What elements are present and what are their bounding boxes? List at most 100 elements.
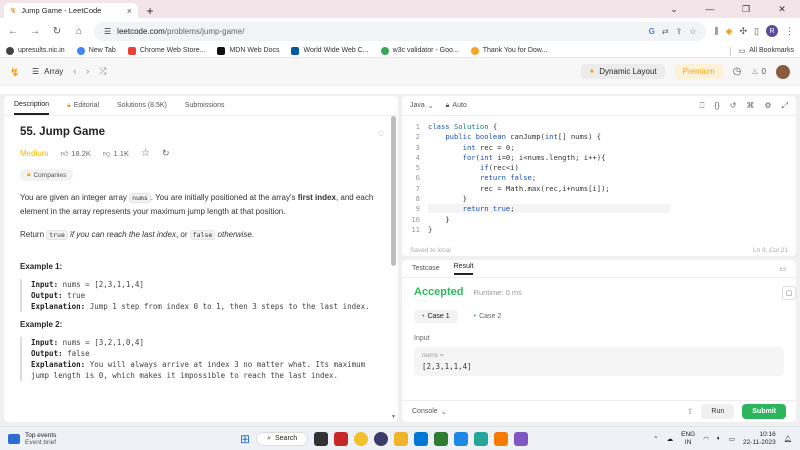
news-widget[interactable]: Top events Event brief — [8, 432, 56, 446]
wifi-icon[interactable]: ◠ — [703, 435, 709, 443]
chrome-icon[interactable] — [354, 431, 369, 446]
extensions-puzzle-icon[interactable]: ✣ — [740, 26, 748, 37]
app-icon[interactable] — [434, 431, 449, 446]
tab-description[interactable]: Description — [14, 96, 50, 115]
companies-chip[interactable]: 🔒︎ Companies — [20, 169, 74, 181]
tab-result[interactable]: Result — [453, 263, 474, 275]
windows-start-icon[interactable]: ⊞ — [240, 432, 250, 446]
vscode-icon[interactable] — [454, 431, 469, 446]
streak-counter[interactable]: ♨ 0 — [751, 67, 766, 76]
panel-layout-icon[interactable]: ▭ — [779, 265, 786, 273]
app-icon[interactable] — [514, 431, 529, 446]
share-link-icon[interactable]: ↻ — [162, 148, 170, 159]
media-app-icon[interactable] — [334, 431, 349, 446]
all-bookmarks[interactable]: ▭ All Bookmarks — [729, 46, 794, 55]
settings-gear-icon[interactable]: ⚙ — [764, 101, 771, 111]
input-box: nums = [2,3,1,1,4] — [414, 347, 784, 376]
lock-icon: 🔒︎ — [27, 171, 31, 178]
info-icon[interactable]: ◌ — [378, 128, 384, 139]
app-icon[interactable] — [394, 431, 409, 446]
translate-icon[interactable]: ⇄ — [662, 27, 669, 36]
reset-icon[interactable]: ↺ — [730, 101, 737, 111]
bookmark-item[interactable]: Chrome Web Store... — [127, 46, 205, 55]
minimize-icon[interactable]: — — [692, 0, 728, 18]
tray-chevron-icon[interactable]: ⌃ — [653, 435, 658, 443]
reload-icon[interactable]: ↻ — [50, 26, 64, 37]
bookmark-item[interactable]: w3c validator - Goo... — [380, 46, 459, 55]
case-2-button[interactable]: • Case 2 — [466, 310, 510, 323]
code-area[interactable]: 1 2 3 4 5 6 7 8 9 10 11 class Solution { public bo… — [402, 116, 796, 235]
home-icon[interactable]: ⌂ — [72, 26, 86, 37]
bookmark-icon[interactable]: ⎕ — [700, 101, 705, 111]
close-tab-icon[interactable]: × — [127, 6, 132, 16]
app-icon[interactable] — [474, 431, 489, 446]
sidepanel-icon[interactable]: ▯ — [754, 26, 759, 37]
site-info-icon[interactable]: ☰ — [104, 27, 111, 36]
bookmark-item[interactable]: World Wide Web C... — [291, 46, 369, 55]
leetcode-logo-icon[interactable]: ↯ — [10, 66, 22, 79]
example-title: Example 2: — [20, 320, 63, 329]
bookmark-star-icon[interactable]: ☆ — [689, 27, 696, 36]
next-problem-icon[interactable]: › — [86, 66, 89, 77]
premium-button[interactable]: Premium — [674, 64, 723, 79]
scroll-down-icon[interactable]: ▼ — [391, 414, 396, 420]
taskbar-search[interactable]: ⌕ Search — [256, 431, 309, 446]
like-button[interactable]: 👍︎ 18.2K — [60, 149, 90, 159]
autocomplete-toggle[interactable]: 🔒︎ Auto — [446, 102, 467, 110]
notification-icon[interactable]: 🔔︎ — [784, 435, 792, 443]
dynamic-layout-button[interactable]: ✦ Dynamic Layout — [580, 64, 665, 79]
restore-icon[interactable]: ❐ — [728, 0, 764, 18]
upload-cloud-icon[interactable]: ⇪ — [687, 407, 694, 416]
volume-icon[interactable]: 🔈︎ — [717, 435, 721, 443]
example-box: Input: nums = [2,3,1,1,4] Output: true E… — [20, 279, 382, 312]
bookmark-item[interactable]: Thank You for Dow... — [470, 46, 547, 55]
close-window-icon[interactable]: ✕ — [764, 0, 800, 18]
case-1-button[interactable]: • Case 1 — [414, 310, 458, 323]
input-value: [2,3,1,1,4] — [422, 362, 472, 371]
app-icon[interactable] — [374, 431, 389, 446]
cloud-icon[interactable]: ☁ — [667, 435, 674, 443]
description-scrollbar[interactable] — [391, 116, 396, 266]
tab-search-icon[interactable]: ⌄ — [656, 0, 692, 18]
extension-orange-icon[interactable]: ◆ — [726, 26, 733, 37]
tab-solutions[interactable]: Solutions (8.5K) — [117, 96, 167, 115]
user-avatar[interactable] — [776, 64, 790, 79]
file-explorer-icon[interactable] — [314, 431, 329, 446]
braces-icon[interactable]: {} — [714, 101, 719, 111]
tab-testcase[interactable]: Testcase — [412, 265, 440, 272]
problem-description-1: You are given an integer array nums. You… — [20, 193, 374, 216]
url-omnibox[interactable]: ☰ leetcode.com/problems/jump-game/ G ⇄ ⇪… — [94, 21, 707, 41]
console-toggle[interactable]: Console ⌄ — [412, 408, 447, 416]
equalizer-extension-icon[interactable]: ⫼ — [714, 26, 718, 37]
bookmark-item[interactable]: New Tab — [76, 46, 116, 55]
profile-avatar[interactable]: R — [766, 25, 778, 37]
tab-submissions[interactable]: Submissions — [185, 96, 225, 115]
google-lens-icon[interactable]: G — [649, 27, 655, 36]
problem-list-button[interactable]: ☰ Array — [32, 67, 63, 76]
run-button[interactable]: Run — [701, 404, 735, 419]
share-icon[interactable]: ⇪ — [676, 27, 683, 36]
tab-editorial[interactable]: 🔒︎ Editorial — [67, 96, 99, 115]
prev-problem-icon[interactable]: ‹ — [73, 66, 76, 77]
language-indicator[interactable]: ENG IN — [681, 431, 695, 447]
new-tab-button[interactable]: + — [142, 3, 158, 18]
fullscreen-icon[interactable]: ⤢ — [782, 101, 788, 111]
bookmark-item[interactable]: MDN Web Docs — [217, 46, 279, 55]
battery-icon[interactable]: ▭ — [729, 435, 735, 443]
shortcuts-icon[interactable]: ⌘ — [746, 101, 754, 111]
back-icon[interactable]: ← — [6, 26, 20, 37]
vlc-icon[interactable] — [494, 431, 509, 446]
bookmark-item[interactable]: upresults.nic.in — [6, 46, 65, 55]
forward-icon[interactable]: → — [28, 26, 42, 37]
favorite-star-icon[interactable]: ☆ — [141, 148, 150, 159]
taskbar-clock[interactable]: 10:16 22-11-2023 — [743, 431, 776, 447]
timer-icon[interactable]: ◷ — [733, 66, 742, 77]
language-select[interactable]: Java ⌄ — [410, 102, 434, 110]
app-icon[interactable] — [414, 431, 429, 446]
submit-button[interactable]: Submit — [742, 404, 786, 419]
browser-tab[interactable]: ↯ Jump Game - LeetCode × — [4, 3, 138, 18]
dislike-button[interactable]: 👎︎ 1.1K — [103, 149, 129, 159]
shuffle-icon[interactable]: ⤮ — [99, 66, 106, 77]
chrome-menu-icon[interactable]: ⋮ — [785, 26, 794, 37]
notes-side-icon[interactable]: ▢ — [782, 286, 796, 300]
